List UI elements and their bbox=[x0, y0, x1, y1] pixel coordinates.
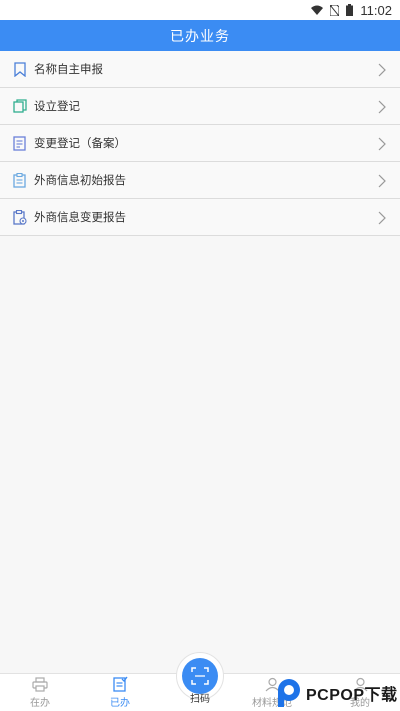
status-time: 11:02 bbox=[360, 2, 392, 18]
tab-scan-label: 扫码 bbox=[190, 694, 210, 705]
list-item-label: 设立登记 bbox=[34, 99, 80, 113]
scan-button[interactable] bbox=[182, 658, 218, 694]
list-item-foreign-initial-report[interactable]: 外商信息初始报告 bbox=[0, 162, 400, 199]
list-item-label: 名称自主申报 bbox=[34, 62, 103, 76]
list-item-label: 外商信息初始报告 bbox=[34, 173, 126, 187]
chevron-right-icon bbox=[378, 63, 386, 77]
business-list: 名称自主申报 设立登记 变更登记（备案） 外商信息初始报告 外商信息变更报告 bbox=[0, 51, 400, 236]
pcpop-logo-icon bbox=[278, 679, 300, 707]
status-bar: 11:02 bbox=[0, 0, 400, 20]
checklist-icon bbox=[112, 676, 128, 692]
list-item-name-declaration[interactable]: 名称自主申报 bbox=[0, 51, 400, 88]
bookmark-icon bbox=[14, 62, 26, 77]
chevron-right-icon bbox=[378, 211, 386, 225]
page-title: 已办业务 bbox=[170, 28, 230, 45]
list-item-foreign-change-report[interactable]: 外商信息变更报告 bbox=[0, 199, 400, 236]
pcpop-watermark: PCPOP下载 bbox=[276, 675, 400, 711]
chevron-right-icon bbox=[378, 100, 386, 114]
chevron-right-icon bbox=[378, 137, 386, 151]
tab-done[interactable]: 已办 bbox=[90, 674, 150, 711]
list-item-label: 外商信息变更报告 bbox=[34, 210, 126, 224]
list-item-establishment[interactable]: 设立登记 bbox=[0, 88, 400, 125]
printer-icon bbox=[32, 677, 48, 692]
tab-label: 已办 bbox=[110, 698, 130, 709]
clipboard-gear-icon bbox=[13, 210, 27, 225]
no-sim-icon bbox=[330, 4, 340, 16]
document-edit-icon bbox=[13, 136, 26, 151]
list-item-change-registration[interactable]: 变更登记（备案） bbox=[0, 125, 400, 162]
tab-label: 在办 bbox=[30, 698, 50, 709]
scan-icon bbox=[191, 667, 209, 685]
list-item-label: 变更登记（备案） bbox=[34, 136, 126, 150]
watermark-text: PCPOP下载 bbox=[306, 687, 398, 704]
app-header: 已办业务 bbox=[0, 20, 400, 51]
wifi-icon bbox=[311, 5, 324, 15]
chevron-right-icon bbox=[378, 174, 386, 188]
clipboard-list-icon bbox=[13, 173, 26, 188]
tab-in-progress[interactable]: 在办 bbox=[10, 674, 70, 711]
battery-icon bbox=[346, 4, 354, 16]
copy-icon bbox=[13, 99, 27, 113]
